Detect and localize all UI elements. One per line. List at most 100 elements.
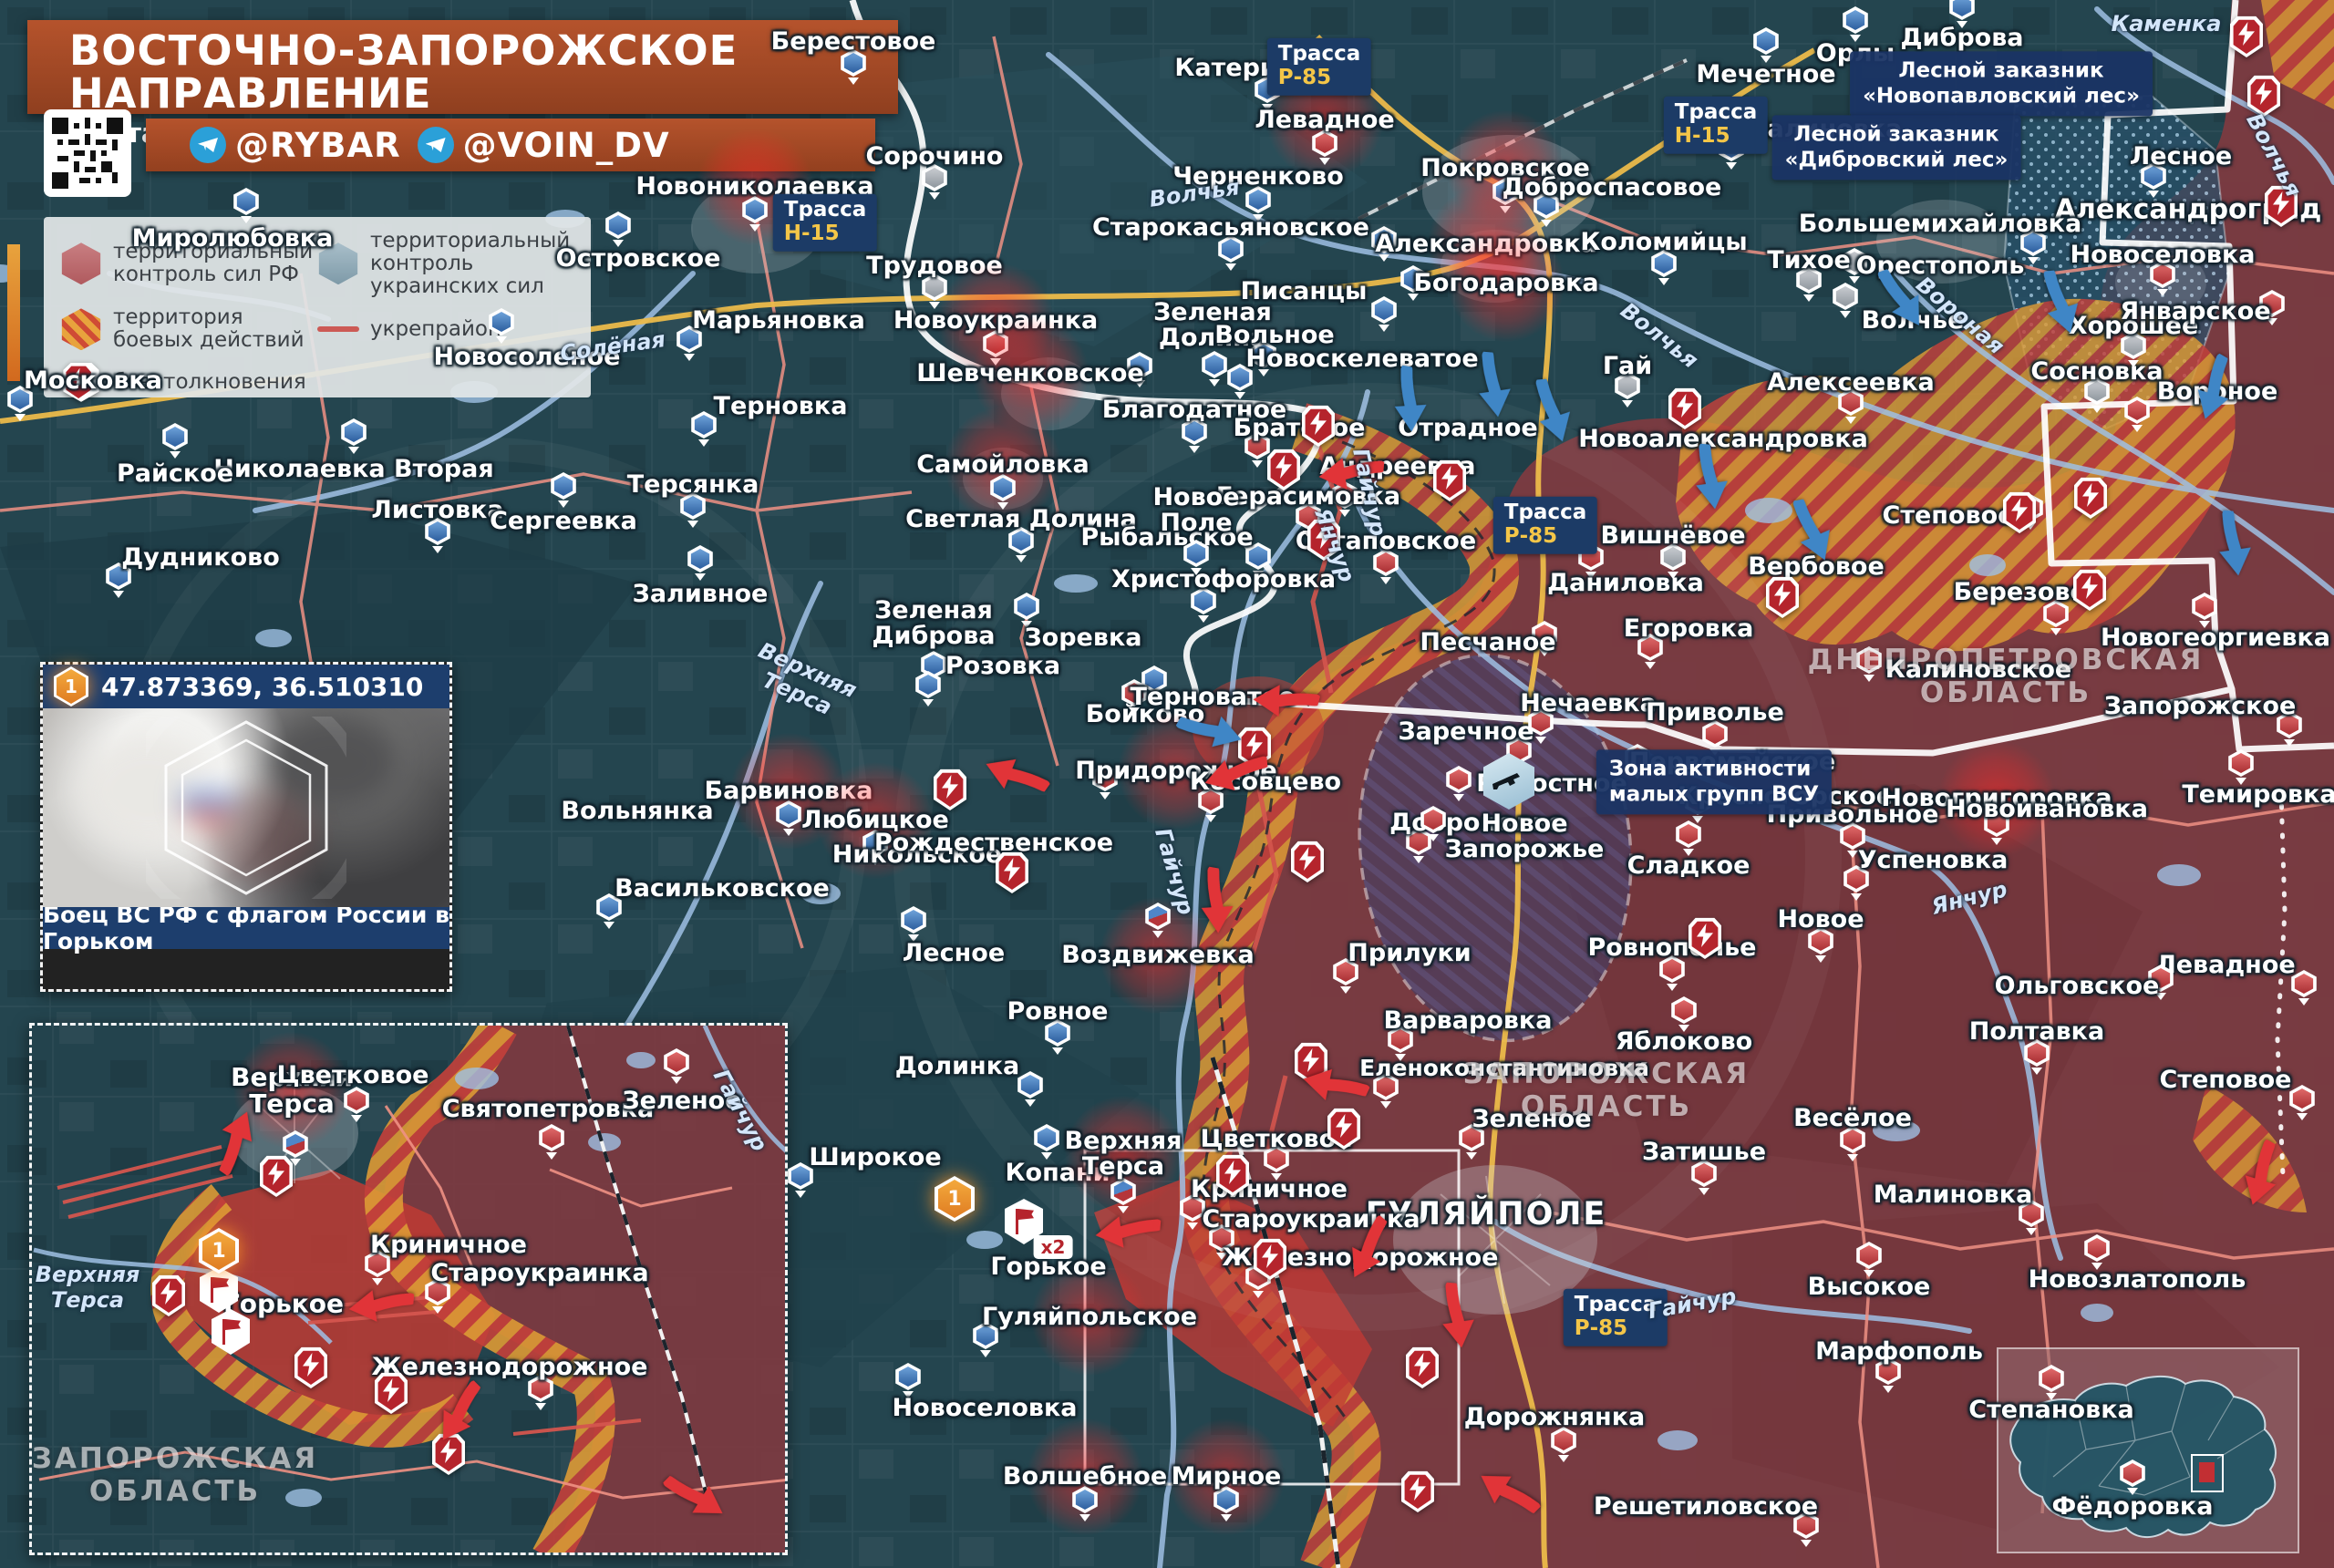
- town-label: Железнодорожное: [372, 1355, 648, 1380]
- town-label: Новозлатополь: [2029, 1267, 2246, 1293]
- clash-icon: [1300, 405, 1337, 447]
- telegram-channel-voindv[interactable]: @VOIN_DV: [418, 126, 670, 165]
- town-marker: [161, 423, 189, 459]
- clash-icon: [2072, 477, 2109, 519]
- photo-caption: Боец ВС РФ с флагом России в Горьком: [43, 907, 449, 949]
- town-label: Алексеевка: [1767, 370, 1935, 396]
- town-marker: [900, 906, 927, 943]
- town-label: Новое: [1777, 907, 1864, 933]
- town-label: Нечаевка: [1520, 691, 1657, 717]
- town-label: Заречное: [1398, 719, 1534, 745]
- clash-icon: [150, 1274, 187, 1316]
- town-label: Берестовое: [771, 29, 936, 55]
- region-label: ЗАПОРОЖСКАЯ ОБЛАСТЬ: [32, 1442, 318, 1508]
- town-label: Песчаное: [1420, 630, 1555, 655]
- road-badge-р-85: ТрассаР-85: [1267, 38, 1371, 96]
- town-label: Самойловка: [916, 452, 1090, 478]
- legend-label: территория боевых действий: [113, 306, 305, 352]
- town-label: Новое Запорожье: [1445, 811, 1605, 862]
- clash-icon: [994, 851, 1030, 893]
- legend-rf-control-icon: [60, 242, 102, 284]
- town-label: Сладкое: [1627, 853, 1750, 879]
- town-label: Ровное: [1007, 999, 1109, 1025]
- town-label: Новоскелеватое: [1245, 346, 1478, 372]
- town-marker: [775, 800, 802, 837]
- town-marker: [1110, 1178, 1137, 1214]
- photo-inset-header: 1 47.873369, 36.510310: [43, 665, 449, 708]
- town-marker: [1311, 129, 1338, 166]
- town-marker: [687, 545, 714, 582]
- town-label: Весёлое: [1793, 1106, 1912, 1131]
- town-label: Марьяновка: [692, 308, 865, 334]
- town-label: Волшебное: [1003, 1464, 1167, 1490]
- town-label: Мирное: [1172, 1464, 1282, 1490]
- town-label: Затишье: [1642, 1140, 1766, 1165]
- telegram-icon: [418, 127, 454, 163]
- town-marker: [488, 308, 515, 345]
- town-label: Малиновка: [1874, 1182, 2033, 1208]
- town-marker: [1752, 27, 1780, 64]
- legend-accent-bar: [7, 244, 20, 381]
- town-marker: [1144, 903, 1172, 939]
- town-label: Высокое: [1808, 1274, 1931, 1300]
- town-label: Ольговское: [1995, 974, 2160, 999]
- town-marker: [914, 671, 942, 707]
- photo-coordinates: 47.873369, 36.510310: [101, 672, 423, 702]
- town-marker: [538, 1124, 565, 1161]
- town-marker: [1842, 6, 1869, 43]
- town-label: Приволье: [1646, 700, 1784, 726]
- clash-icon: [1265, 449, 1302, 490]
- town-label: Дорожнянка: [1464, 1405, 1646, 1430]
- town-label: Успеновка: [1858, 848, 2009, 873]
- town-marker: [343, 1087, 370, 1123]
- town-marker: [663, 1048, 690, 1085]
- town-marker: [604, 211, 632, 248]
- numbered-hex-badge: 1: [935, 1176, 975, 1222]
- advance-arrow-red: [1090, 1209, 1162, 1256]
- advance-arrow-blue: [2212, 510, 2259, 581]
- town-label: Криничное: [370, 1233, 527, 1258]
- town-marker: [550, 472, 577, 509]
- town-marker: [1201, 351, 1228, 387]
- town-label: Новоселовка: [2070, 242, 2255, 268]
- legend-fortified-line-icon: [317, 326, 359, 332]
- town-label: Горькое: [223, 1290, 344, 1316]
- town-label: Лесное: [2130, 144, 2232, 170]
- town-label: Миролюбовка: [132, 226, 334, 252]
- photo-number-badge: 1: [54, 666, 88, 707]
- town-label: Новое Поле: [1152, 485, 1239, 536]
- advance-arrow-red: [1435, 1282, 1482, 1353]
- situation-map: 1 47.873369, 36.510310 Боец ВС РФ с флаг…: [0, 0, 2334, 1568]
- town-label: Левадное: [2155, 953, 2295, 978]
- town-label: Тихое: [1767, 248, 1851, 273]
- town-label: Терсянка: [627, 472, 759, 498]
- advance-arrow-blue: [2039, 268, 2086, 339]
- town-label: Староукраинка: [430, 1261, 648, 1286]
- clash-icon: [1399, 1470, 1436, 1512]
- town-label: Верхняя Терса: [1065, 1129, 1182, 1180]
- telegram-icon: [190, 127, 226, 163]
- clash-icon: [1289, 841, 1326, 882]
- region-label: ДНЕПРОПЕТРОВСКАЯ ОБЛАСТЬ: [1808, 644, 2205, 709]
- river-label: Каменка: [2112, 11, 2222, 36]
- region-label: ЗАПОРОЖСКАЯ ОБЛАСТЬ: [1463, 1057, 1750, 1123]
- town-label: Зеленая Диброва: [873, 598, 996, 649]
- town-marker: [2123, 397, 2151, 433]
- town-label: Диброва: [1901, 26, 2024, 51]
- town-label: Вишнёвое: [1600, 523, 1745, 549]
- river-label: Верхняя Терса: [36, 1262, 140, 1313]
- road-badge-р-85: ТрассаР-85: [1493, 497, 1597, 554]
- town-label: Новоселовка: [892, 1396, 1077, 1421]
- town-label: Мечетное: [1696, 62, 1835, 88]
- town-marker: [1182, 540, 1210, 576]
- town-label: Полтавка: [1969, 1019, 2104, 1045]
- road-badge-н-15: ТрассаН-15: [773, 194, 877, 252]
- town-label: Старокасьяновское: [1092, 215, 1369, 241]
- telegram-channel-rybar[interactable]: @RYBAR: [190, 126, 401, 165]
- forest-reserve-callout: Лесной заказник «Дибровский лес»: [1772, 115, 2021, 180]
- town-marker: [1071, 1486, 1099, 1522]
- road-badge-н-15: ТрассаН-15: [1664, 97, 1768, 154]
- clash-icon: [2071, 569, 2108, 611]
- town-label: Ровнополье: [1588, 935, 1757, 961]
- clash-icon: [1431, 459, 1468, 501]
